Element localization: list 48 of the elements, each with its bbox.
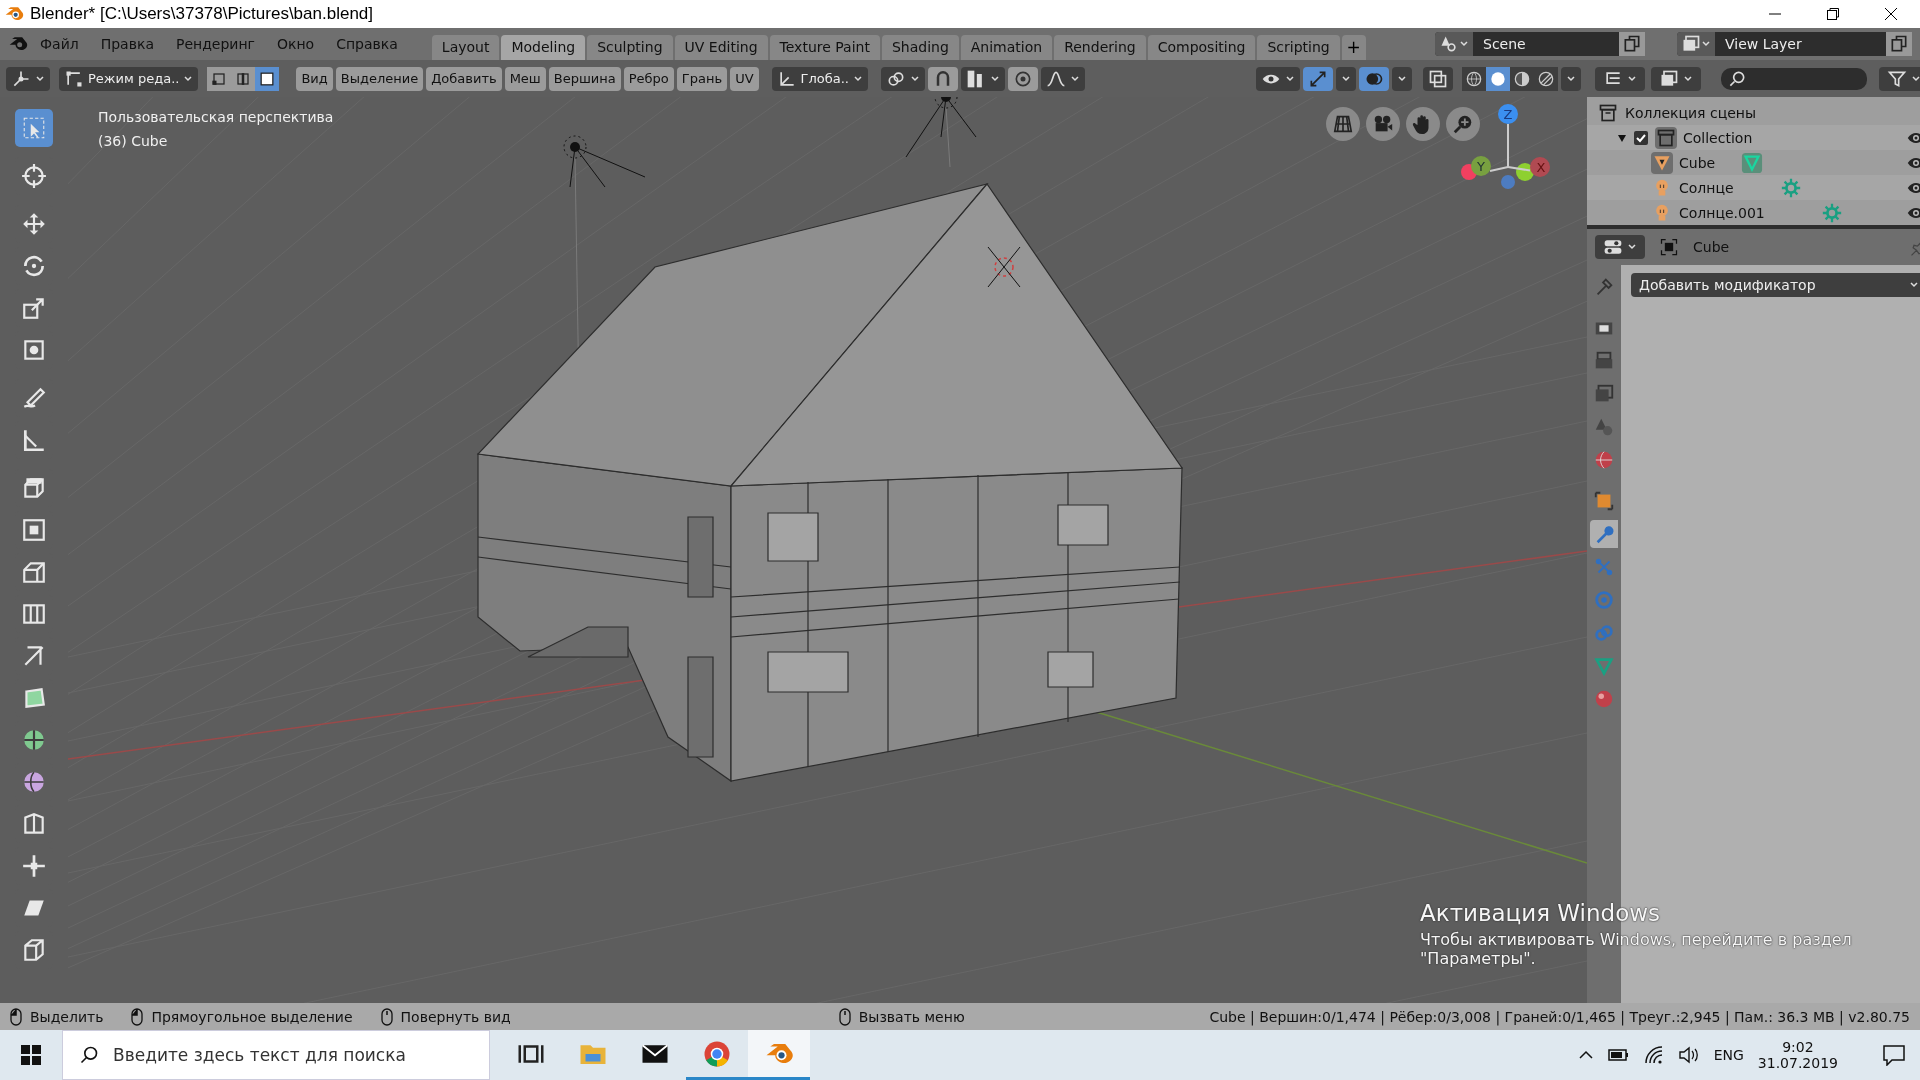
language-indicator[interactable]: ENG	[1713, 1047, 1744, 1063]
orientation-dropdown[interactable]: Глоба..	[771, 66, 868, 91]
workspace-tab[interactable]: Animation	[960, 35, 1053, 60]
workspace-tab[interactable]: Sculpting	[587, 35, 673, 60]
clock-date[interactable]: 31.07.2019	[1757, 1055, 1838, 1071]
workspace-tab[interactable]: Texture Paint	[769, 35, 880, 60]
header-menu[interactable]: Вид	[296, 66, 333, 91]
workspace-tab[interactable]: Modeling	[501, 35, 586, 60]
status-hint: Повернуть вид	[400, 1008, 511, 1025]
clock-time[interactable]: 9:02	[1782, 1039, 1814, 1055]
workspace-tab[interactable]: Scripting	[1257, 35, 1340, 60]
scene-statistics: Cube | Вершин:0/1,474 | Рёбер:0/3,008 | Граней:0/1,465 | Треуг.:2,945 | Пам.: 36.3 MB | v2.80.75	[1209, 1008, 1910, 1025]
header-menu[interactable]: Выделение	[335, 66, 424, 91]
tree-item-label[interactable]: Коллекция сцены	[1625, 104, 1757, 121]
tree-item-label[interactable]: Солнце.001	[1679, 204, 1765, 221]
tree-item-label[interactable]: Collection	[1683, 129, 1753, 146]
menu-item[interactable]: Справка	[326, 36, 408, 52]
workspace-tab[interactable]: Rendering	[1054, 35, 1146, 60]
header-menu[interactable]: Вершина	[548, 66, 621, 91]
mode-dropdown[interactable]: Режим реда..	[59, 66, 199, 91]
workspace-tab[interactable]: Layout	[431, 35, 500, 60]
menu-item[interactable]: Правка	[90, 36, 164, 52]
taskbar-search-field[interactable]: Введите здесь текст для поиска	[62, 1030, 490, 1080]
menu-item[interactable]: Файл	[30, 36, 89, 52]
status-hint: Выделить	[30, 1008, 104, 1025]
scene-selector[interactable]: Scene	[1435, 32, 1645, 56]
object-info: (36) Cube	[98, 133, 168, 149]
header-menu[interactable]: Грань	[676, 66, 728, 91]
workspace-tab[interactable]: UV Editing	[674, 35, 768, 60]
view-layer-selector[interactable]: View Layer	[1677, 32, 1912, 56]
view-name: Пользовательская перспектива	[98, 109, 334, 125]
add-modifier-dropdown[interactable]: Добавить модификатор	[1631, 273, 1920, 297]
workspace-tab[interactable]: Shading	[881, 35, 959, 60]
add-workspace-button[interactable]: +	[1341, 35, 1366, 60]
header-menu[interactable]: Ребро	[623, 66, 674, 91]
status-hint: Прямоугольное выделение	[151, 1008, 353, 1025]
status-hint: Вызвать меню	[858, 1008, 965, 1025]
header-menu[interactable]: Меш	[504, 66, 546, 91]
header-menu[interactable]: UV	[730, 66, 759, 91]
tree-item-label[interactable]: Cube	[1679, 154, 1716, 171]
header-menu[interactable]: Добавить	[426, 66, 502, 91]
object-name: Cube	[1693, 239, 1730, 255]
menu-item[interactable]: Рендеринг	[165, 36, 265, 52]
workspace-tab[interactable]: Compositing	[1147, 35, 1256, 60]
menu-item[interactable]: Окно	[266, 36, 325, 52]
tree-item-label[interactable]: Солнце	[1679, 179, 1734, 196]
window-title: Blender* [C:\Users\37378\Pictures\ban.blend]	[30, 4, 374, 24]
activation-title: Активация Windows	[1420, 900, 1662, 926]
